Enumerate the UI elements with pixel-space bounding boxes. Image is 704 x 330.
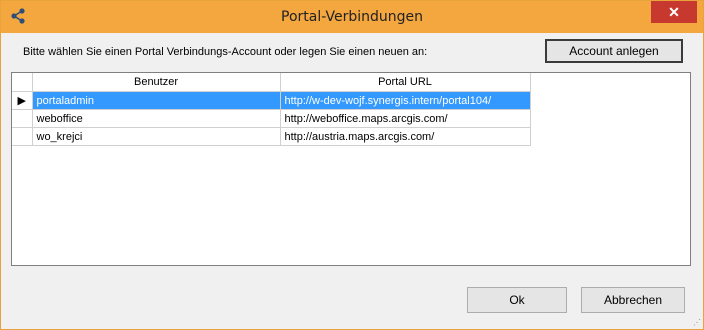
dialog-content: Bitte wählen Sie einen Portal Verbindung…	[7, 33, 697, 325]
table-row[interactable]: weboffice http://weboffice.maps.arcgis.c…	[12, 109, 531, 128]
resize-grip-icon[interactable]: ⋰	[693, 318, 701, 327]
column-header-benutzer[interactable]: Benutzer	[32, 73, 281, 92]
table-row[interactable]: ▶ portaladmin http://w-dev-wojf.synergis…	[12, 91, 531, 110]
instruction-text: Bitte wählen Sie einen Portal Verbindung…	[23, 46, 428, 58]
row-indicator[interactable]: ▶	[12, 91, 33, 110]
window-title: Portal-Verbindungen	[281, 9, 423, 25]
cell-user[interactable]: portaladmin	[32, 91, 281, 110]
cell-url[interactable]: http://weboffice.maps.arcgis.com/	[280, 109, 531, 128]
close-button[interactable]: ✕	[651, 1, 697, 23]
title-bar[interactable]: Portal-Verbindungen ✕	[1, 1, 703, 33]
accounts-grid[interactable]: Benutzer Portal URL ▶ portaladmin http:/…	[11, 72, 691, 266]
ok-button[interactable]: Ok	[467, 287, 567, 313]
column-header-portal-url[interactable]: Portal URL	[280, 73, 531, 92]
close-icon: ✕	[668, 3, 680, 20]
dialog-window: Portal-Verbindungen ✕ Bitte wählen Sie e…	[0, 0, 704, 330]
accounts-table: Benutzer Portal URL ▶ portaladmin http:/…	[12, 73, 531, 146]
cell-user[interactable]: wo_krejci	[32, 127, 281, 146]
cell-url[interactable]: http://w-dev-wojf.synergis.intern/portal…	[280, 91, 531, 110]
row-indicator[interactable]	[12, 109, 33, 128]
cell-url[interactable]: http://austria.maps.arcgis.com/	[280, 127, 531, 146]
account-anlegen-button[interactable]: Account anlegen	[545, 39, 683, 63]
cancel-button[interactable]: Abbrechen	[581, 287, 685, 313]
header-row: Benutzer Portal URL	[12, 73, 531, 92]
row-header-corner	[12, 73, 33, 92]
row-indicator[interactable]	[12, 127, 33, 146]
cell-user[interactable]: weboffice	[32, 109, 281, 128]
table-row[interactable]: wo_krejci http://austria.maps.arcgis.com…	[12, 127, 531, 146]
